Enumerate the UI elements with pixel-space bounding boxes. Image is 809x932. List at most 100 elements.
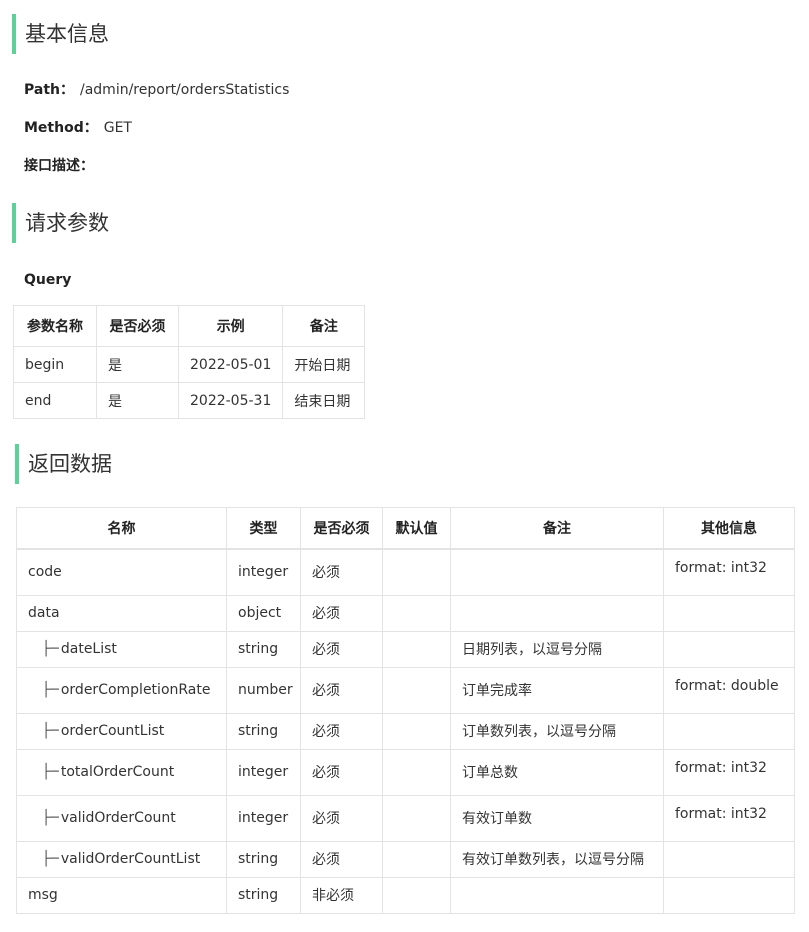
field-name-cell: ├─ validOrderCountList bbox=[16, 840, 227, 878]
table-row: ├─ dateList string 必须 日期列表，以逗号分隔 bbox=[16, 630, 795, 668]
query-param-name: begin bbox=[13, 346, 97, 383]
resp-col-other-header: 其他信息 bbox=[663, 507, 795, 550]
field-name: code bbox=[28, 564, 62, 581]
method-label: Method： bbox=[24, 120, 98, 136]
field-type: integer bbox=[226, 794, 301, 842]
field-type: object bbox=[226, 594, 301, 632]
description-label: 接口描述： bbox=[24, 158, 94, 174]
tree-branch-icon: ├─ bbox=[42, 682, 59, 698]
field-other-info: format: int32 bbox=[663, 794, 795, 842]
section-title-basic-info: 基本信息 bbox=[12, 14, 109, 54]
field-note: 订单完成率 bbox=[450, 666, 664, 714]
path-value: /admin/report/ordersStatistics bbox=[80, 82, 290, 98]
field-type: integer bbox=[226, 548, 301, 596]
field-name: totalOrderCount bbox=[60, 764, 175, 780]
field-name-cell: ├─ orderCountList bbox=[16, 712, 227, 750]
method-line: Method： GET bbox=[24, 118, 132, 138]
tree-branch-icon: ├─ bbox=[42, 851, 59, 867]
query-param-name: end bbox=[13, 382, 97, 419]
table-row: ├─ validOrderCount integer 必须 有效订单数 format: i… bbox=[16, 794, 795, 842]
response-table-header-row: 名称 类型 是否必须 默认值 备注 其他信息 bbox=[16, 507, 795, 550]
field-type: string bbox=[226, 840, 301, 878]
field-other-info bbox=[663, 876, 795, 914]
field-type: string bbox=[226, 876, 301, 914]
field-name: msg bbox=[28, 887, 58, 903]
field-required: 必须 bbox=[300, 666, 383, 714]
field-other-info bbox=[663, 712, 795, 750]
field-required: 必须 bbox=[300, 712, 383, 750]
method-value: GET bbox=[103, 120, 132, 136]
query-col-name-header: 参数名称 bbox=[13, 305, 97, 347]
field-other-info bbox=[663, 840, 795, 878]
field-name: orderCountList bbox=[60, 723, 165, 739]
field-note: 有效订单数 bbox=[450, 794, 664, 842]
field-default bbox=[382, 548, 451, 596]
field-other-info bbox=[663, 594, 795, 632]
query-param-example: 2022-05-31 bbox=[177, 382, 284, 419]
field-name: orderCompletionRate bbox=[60, 682, 211, 698]
response-fields-table: 名称 类型 是否必须 默认值 备注 其他信息 code integer 必须 form… bbox=[16, 507, 795, 914]
field-default bbox=[382, 876, 451, 914]
field-default bbox=[382, 840, 451, 878]
query-param-note: 结束日期 bbox=[282, 382, 366, 419]
query-params-table: 参数名称 是否必须 示例 备注 begin 是 2022-05-01 开始日期 … bbox=[13, 305, 366, 419]
table-row: msg string 非必须 bbox=[16, 876, 795, 914]
field-note: 订单数列表，以逗号分隔 bbox=[450, 712, 664, 750]
query-label: Query bbox=[24, 272, 72, 288]
field-default bbox=[382, 748, 451, 796]
query-col-required-header: 是否必须 bbox=[96, 305, 179, 347]
resp-col-type-header: 类型 bbox=[226, 507, 301, 550]
query-param-required: 是 bbox=[96, 382, 179, 419]
field-name-cell: ├─ totalOrderCount bbox=[16, 748, 227, 796]
field-other-info: format: int32 bbox=[663, 748, 795, 796]
field-default bbox=[382, 630, 451, 668]
path-line: Path： /admin/report/ordersStatistics bbox=[24, 80, 289, 100]
field-note: 订单总数 bbox=[450, 748, 664, 796]
tree-branch-icon: ├─ bbox=[42, 723, 59, 739]
field-other-info: format: double bbox=[663, 666, 795, 714]
table-row: data object 必须 bbox=[16, 594, 795, 632]
tree-branch-icon: ├─ bbox=[42, 810, 59, 826]
field-name: validOrderCountList bbox=[60, 851, 201, 867]
table-row: ├─ orderCompletionRate number 必须 订单完成率 format… bbox=[16, 666, 795, 714]
field-note: 有效订单数列表，以逗号分隔 bbox=[450, 840, 664, 878]
field-other-info: format: int32 bbox=[663, 548, 795, 596]
table-row: ├─ validOrderCountList string 必须 有效订单数列表，以逗号… bbox=[16, 840, 795, 878]
field-name: data bbox=[28, 605, 60, 621]
table-row: ├─ totalOrderCount integer 必须 订单总数 format: in… bbox=[16, 748, 795, 796]
resp-col-note-header: 备注 bbox=[450, 507, 664, 550]
field-required: 必须 bbox=[300, 748, 383, 796]
query-param-required: 是 bbox=[96, 346, 179, 383]
field-note bbox=[450, 876, 664, 914]
field-name-cell: ├─ dateList bbox=[16, 630, 227, 668]
field-name-cell: ├─ validOrderCount bbox=[16, 794, 227, 842]
field-required: 必须 bbox=[300, 594, 383, 632]
field-type: string bbox=[226, 712, 301, 750]
field-default bbox=[382, 666, 451, 714]
query-table-header-row: 参数名称 是否必须 示例 备注 bbox=[13, 305, 366, 347]
field-default bbox=[382, 594, 451, 632]
resp-col-name-header: 名称 bbox=[16, 507, 227, 550]
field-type: number bbox=[226, 666, 301, 714]
table-row: begin 是 2022-05-01 开始日期 bbox=[13, 346, 366, 383]
field-note bbox=[450, 594, 664, 632]
field-type: string bbox=[226, 630, 301, 668]
query-param-example: 2022-05-01 bbox=[177, 346, 284, 383]
query-col-note-header: 备注 bbox=[282, 305, 366, 347]
field-other-info bbox=[663, 630, 795, 668]
field-default bbox=[382, 794, 451, 842]
field-name-cell: data bbox=[16, 594, 227, 632]
field-required: 必须 bbox=[300, 548, 383, 596]
table-row: code integer 必须 format: int32 bbox=[16, 548, 795, 596]
section-title-response-data: 返回数据 bbox=[15, 444, 112, 484]
table-row: end 是 2022-05-31 结束日期 bbox=[13, 382, 366, 419]
field-required: 必须 bbox=[300, 794, 383, 842]
field-type: integer bbox=[226, 748, 301, 796]
field-required: 非必须 bbox=[300, 876, 383, 914]
field-name-cell: msg bbox=[16, 876, 227, 914]
tree-branch-icon: ├─ bbox=[42, 641, 59, 657]
section-title-request-params: 请求参数 bbox=[12, 203, 109, 243]
field-required: 必须 bbox=[300, 840, 383, 878]
field-name: dateList bbox=[60, 641, 117, 657]
field-name-cell: code bbox=[16, 548, 227, 596]
